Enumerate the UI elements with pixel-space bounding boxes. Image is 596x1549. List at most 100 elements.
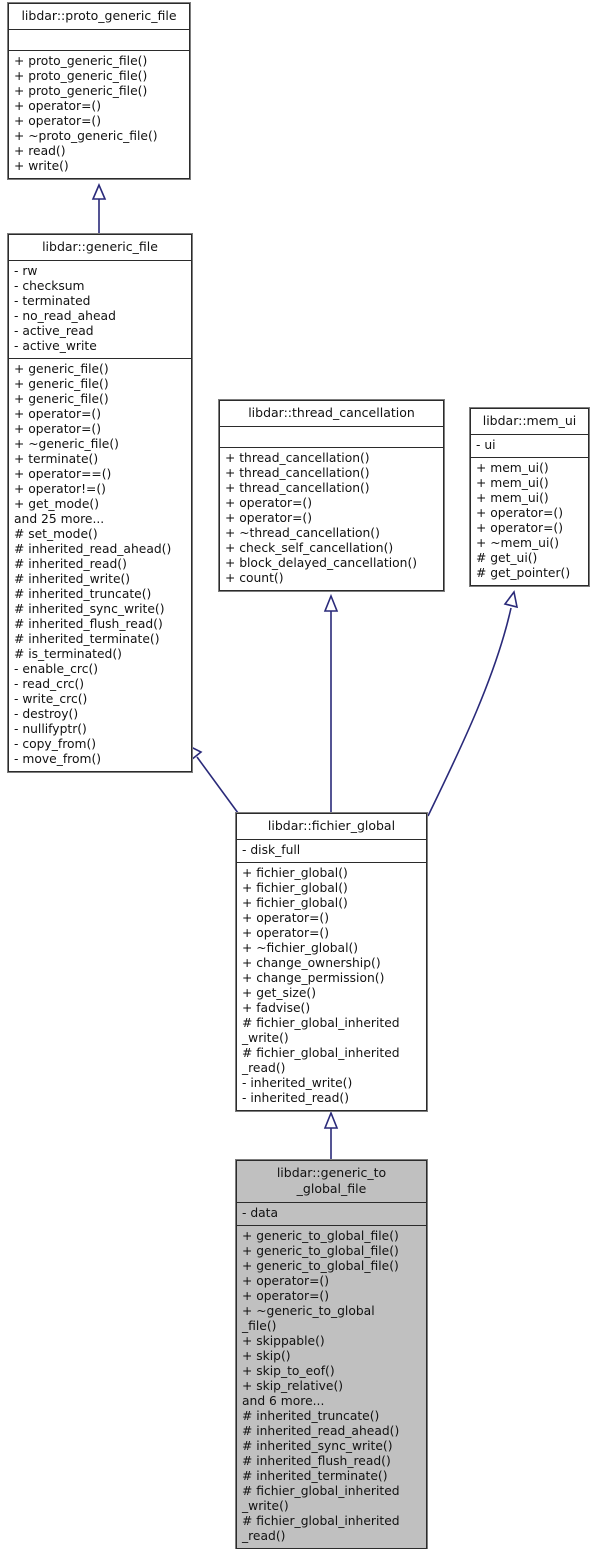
edge-fichier-global-to-thread-cancellation: [323, 593, 339, 813]
operation-row: + mem_ui(): [476, 476, 549, 490]
operation-row: + thread_cancellation(): [225, 481, 370, 495]
operation-row: + get_mode(): [14, 497, 100, 511]
operation-row: + operator=(): [14, 114, 101, 128]
operation-row: + get_size(): [242, 986, 316, 1000]
operation-row: + operator=(): [242, 1274, 329, 1288]
operation-row: + operator=(): [225, 496, 312, 510]
operation-row: + thread_cancellation(): [225, 466, 370, 480]
operation-row: - write_crc(): [14, 692, 88, 706]
class-box-generic-to-global-file[interactable]: libdar::generic_to _global_file - data +…: [235, 1159, 428, 1549]
operation-row: # is_terminated(): [14, 647, 122, 661]
class-title-generic-to-global-file: libdar::generic_to _global_file: [237, 1161, 426, 1203]
operation-row: # inherited_sync_write(): [242, 1439, 393, 1453]
operation-row: # fichier_global_inherited _read(): [242, 1514, 400, 1543]
operation-row: + read(): [14, 144, 66, 158]
operation-row: + generic_file(): [14, 392, 109, 406]
class-attributes-thread-cancellation: [220, 427, 443, 448]
operation-row: + generic_file(): [14, 377, 109, 391]
class-attributes-mem-ui: - ui: [471, 435, 588, 458]
operation-row: # inherited_read(): [14, 557, 127, 571]
operation-row: + thread_cancellation(): [225, 451, 370, 465]
class-box-proto-generic-file[interactable]: libdar::proto_generic_file + proto_gener…: [7, 2, 191, 180]
operation-row: + operator=(): [14, 407, 101, 421]
class-operations-fichier-global: + fichier_global() + fichier_global() + …: [237, 863, 426, 1110]
operation-row: + operator=(): [242, 1289, 329, 1303]
operation-row: # fichier_global_inherited _read(): [242, 1046, 400, 1075]
operation-row: + write(): [14, 159, 69, 173]
operation-row: + check_self_cancellation(): [225, 541, 394, 555]
edge-fichier-global-to-generic-file: [187, 744, 239, 814]
operation-row: + block_delayed_cancellation(): [225, 556, 418, 570]
class-title-generic-file: libdar::generic_file: [9, 235, 191, 261]
operation-row: - move_from(): [14, 752, 102, 766]
operation-row: + skip(): [242, 1349, 291, 1363]
attribute-row: - rw: [14, 264, 38, 278]
operation-row: + operator=(): [225, 511, 312, 525]
operation-row: + change_permission(): [242, 971, 385, 985]
class-operations-thread-cancellation: + thread_cancellation() + thread_cancell…: [220, 448, 443, 590]
class-operations-proto-generic-file: + proto_generic_file() + proto_generic_f…: [9, 51, 189, 178]
operation-row: # set_mode(): [14, 527, 98, 541]
operation-row: # inherited_read_ahead(): [242, 1424, 400, 1438]
operation-row: # inherited_flush_read(): [14, 617, 163, 631]
class-title-mem-ui: libdar::mem_ui: [471, 409, 588, 435]
operation-row: + operator==(): [14, 467, 112, 481]
operation-row: + ~thread_cancellation(): [225, 526, 380, 540]
operation-row: # fichier_global_inherited _write(): [242, 1016, 400, 1045]
edge-generic-to-global-file-to-fichier-global: [323, 1110, 339, 1160]
operation-row: + proto_generic_file(): [14, 54, 148, 68]
attribute-row: - no_read_ahead: [14, 309, 116, 323]
class-attributes-proto-generic-file: [9, 30, 189, 51]
class-operations-generic-to-global-file: + generic_to_global_file() + generic_to_…: [237, 1226, 426, 1548]
operation-row: # inherited_truncate(): [242, 1409, 380, 1423]
operation-row: + proto_generic_file(): [14, 69, 148, 83]
class-attributes-generic-to-global-file: - data: [237, 1203, 426, 1226]
operation-row: - inherited_write(): [242, 1076, 353, 1090]
operation-row: + fadvise(): [242, 1001, 311, 1015]
operation-row: # inherited_truncate(): [14, 587, 152, 601]
operation-row: # inherited_terminate(): [242, 1469, 388, 1483]
operation-row: + ~fichier_global(): [242, 941, 359, 955]
operation-row: # inherited_write(): [14, 572, 131, 586]
operation-row: + operator=(): [242, 911, 329, 925]
operation-row: + operator=(): [476, 506, 563, 520]
operation-row: # inherited_flush_read(): [242, 1454, 391, 1468]
operation-row: + operator!=(): [14, 482, 106, 496]
class-box-thread-cancellation[interactable]: libdar::thread_cancellation + thread_can…: [218, 399, 445, 592]
class-operations-generic-file: + generic_file() + generic_file() + gene…: [9, 359, 191, 771]
operation-row: + change_ownership(): [242, 956, 381, 970]
operation-row: + fichier_global(): [242, 866, 348, 880]
operation-row: + ~generic_file(): [14, 437, 119, 451]
attribute-row: - data: [242, 1206, 279, 1220]
operation-row: + proto_generic_file(): [14, 84, 148, 98]
operation-row: - destroy(): [14, 707, 79, 721]
class-title-thread-cancellation: libdar::thread_cancellation: [220, 401, 443, 427]
operation-row: # get_ui(): [476, 551, 538, 565]
class-title-proto-generic-file: libdar::proto_generic_file: [9, 4, 189, 30]
operation-row: # inherited_read_ahead(): [14, 542, 172, 556]
class-box-generic-file[interactable]: libdar::generic_file - rw - checksum - t…: [7, 233, 193, 773]
operation-row: and 6 more...: [242, 1394, 325, 1408]
operation-row: + mem_ui(): [476, 461, 549, 475]
operation-row: - nullifyptr(): [14, 722, 87, 736]
operation-row: - enable_crc(): [14, 662, 99, 676]
class-box-fichier-global[interactable]: libdar::fichier_global - disk_full + fic…: [235, 812, 428, 1112]
attribute-row: - terminated: [14, 294, 91, 308]
edge-fichier-global-to-mem-ui: [427, 590, 519, 817]
uml-class-diagram: libdar::proto_generic_file + proto_gener…: [0, 0, 596, 1549]
class-attributes-fichier-global: - disk_full: [237, 840, 426, 863]
operation-row: + ~mem_ui(): [476, 536, 559, 550]
operation-row: + operator=(): [242, 926, 329, 940]
operation-row: + count(): [225, 571, 284, 585]
operation-row: # inherited_terminate(): [14, 632, 160, 646]
operation-row: + mem_ui(): [476, 491, 549, 505]
operation-row: - inherited_read(): [242, 1091, 350, 1105]
operation-row: # get_pointer(): [476, 566, 571, 580]
operation-row: # fichier_global_inherited _write(): [242, 1484, 400, 1513]
operation-row: + fichier_global(): [242, 881, 348, 895]
class-box-mem-ui[interactable]: libdar::mem_ui - ui + mem_ui() + mem_ui(…: [469, 407, 590, 587]
operation-row: + generic_to_global_file(): [242, 1259, 399, 1273]
attribute-row: - ui: [476, 438, 496, 452]
operation-row: + generic_to_global_file(): [242, 1244, 399, 1258]
operation-row: + generic_file(): [14, 362, 109, 376]
